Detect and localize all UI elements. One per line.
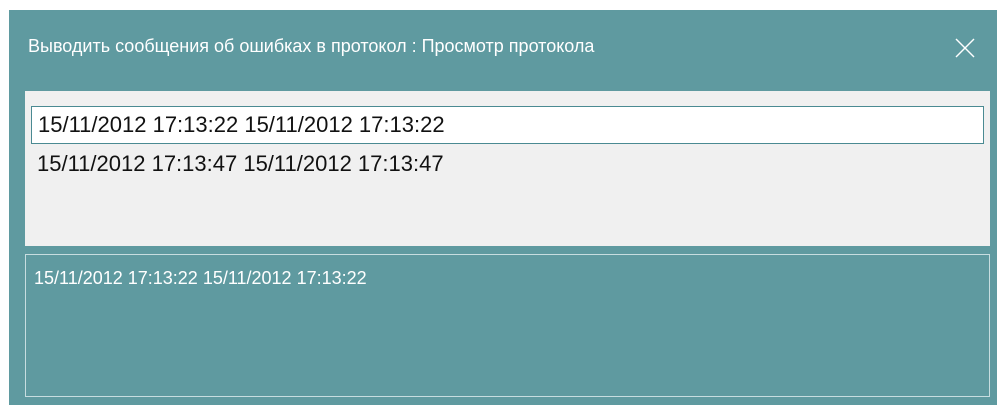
close-button[interactable] bbox=[951, 34, 979, 62]
list-item-label: 15/11/2012 17:13:22 15/11/2012 17:13:22 bbox=[38, 112, 445, 137]
list-item[interactable]: 15/11/2012 17:13:47 15/11/2012 17:13:47 bbox=[31, 145, 984, 183]
list-item-label: 15/11/2012 17:13:47 15/11/2012 17:13:47 bbox=[37, 151, 444, 176]
log-viewer-window: Выводить сообщения об ошибках в протокол… bbox=[9, 10, 997, 405]
title-bar: Выводить сообщения об ошибках в протокол… bbox=[9, 10, 997, 90]
close-icon bbox=[955, 38, 975, 58]
log-entries-list[interactable]: 15/11/2012 17:13:22 15/11/2012 17:13:22 … bbox=[25, 91, 990, 246]
log-detail-text: 15/11/2012 17:13:22 15/11/2012 17:13:22 bbox=[34, 268, 367, 288]
log-detail-panel[interactable]: 15/11/2012 17:13:22 15/11/2012 17:13:22 bbox=[25, 254, 990, 397]
list-item-selected[interactable]: 15/11/2012 17:13:22 15/11/2012 17:13:22 bbox=[31, 106, 984, 144]
window-title: Выводить сообщения об ошибках в протокол… bbox=[28, 36, 595, 56]
